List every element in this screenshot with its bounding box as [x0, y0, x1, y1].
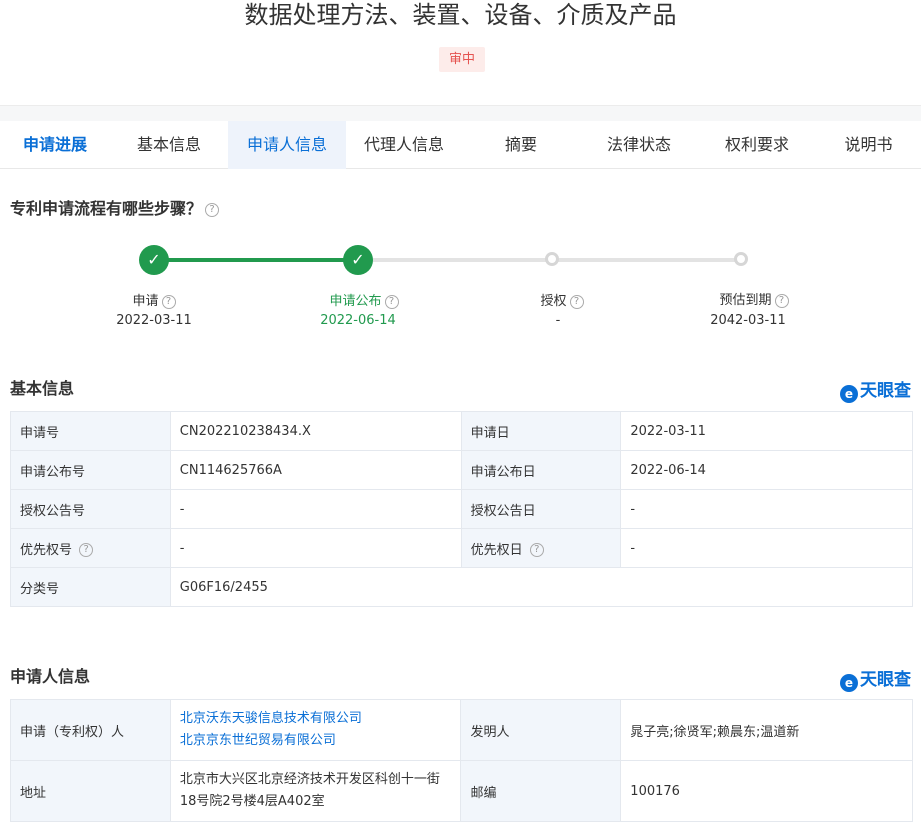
- classification-number: G06F16/2455: [169, 567, 914, 607]
- applicant-info-heading: 申请人信息: [10, 667, 91, 686]
- inventors: 晁子亮;徐贤军;赖晨东;温道新: [620, 699, 913, 761]
- timeline-line-done: [156, 258, 356, 262]
- tianyancha-logo[interactable]: e 天眼查: [840, 665, 911, 692]
- basic-info-heading: 基本信息: [10, 379, 75, 398]
- tab-bar: 申请进展 基本信息 申请人信息 代理人信息 摘要 法律状态 权利要求 说明书: [0, 121, 921, 169]
- table-row: 分类号 G06F16/2455: [10, 567, 914, 607]
- help-icon[interactable]: ?: [384, 294, 399, 309]
- field-label: 优先权日 ?: [460, 528, 622, 568]
- tab-claims[interactable]: 权利要求: [698, 121, 816, 169]
- table-row: 优先权号 ? - 优先权日 ? -: [10, 528, 913, 568]
- tab-abstract[interactable]: 摘要: [462, 121, 580, 169]
- status-badge: 审中: [439, 47, 485, 72]
- table-row: 申请公布号 CN114625766A 申请公布日 2022-06-14: [10, 450, 913, 490]
- progress-heading: 专利申请流程有哪些步骤？?: [10, 195, 220, 219]
- tab-legal-status[interactable]: 法律状态: [580, 121, 698, 169]
- check-icon: ✓: [343, 245, 373, 275]
- tianyancha-logo-icon: e: [840, 385, 858, 403]
- tab-applicant-info[interactable]: 申请人信息: [228, 121, 346, 169]
- tab-basic-info[interactable]: 基本信息: [110, 121, 228, 169]
- section-divider: [0, 105, 921, 121]
- tianyancha-logo[interactable]: e 天眼查: [840, 376, 911, 403]
- applicant-link[interactable]: 北京京东世纪贸易有限公司: [180, 730, 452, 752]
- step-date-publish: 2022-06-14: [320, 313, 396, 328]
- application-number: CN202210238434.X: [169, 411, 462, 451]
- tab-agent-info[interactable]: 代理人信息: [346, 121, 462, 169]
- applicant-list: 北京沃东天骏信息技术有限公司 北京京东世纪贸易有限公司: [169, 699, 462, 761]
- field-label: 申请公布日: [460, 450, 622, 490]
- postcode: 100176: [620, 760, 913, 822]
- grant-date: -: [620, 489, 913, 529]
- table-row: 授权公告号 - 授权公告日 -: [10, 489, 913, 529]
- publication-date: 2022-06-14: [620, 450, 913, 490]
- field-label: 分类号: [10, 567, 171, 607]
- patent-detail-page: 数据处理方法、装置、设备、介质及产品 审中 申请进展 基本信息 申请人信息 代理…: [0, 0, 921, 822]
- step-label-grant: 授权?: [482, 290, 642, 309]
- help-icon[interactable]: ?: [774, 293, 789, 308]
- tab-description[interactable]: 说明书: [816, 121, 921, 169]
- field-label: 授权公告日: [460, 489, 622, 529]
- help-icon[interactable]: ?: [79, 543, 94, 557]
- priority-number: -: [169, 528, 462, 568]
- basic-info-table: 申请号 CN202210238434.X 申请日 2022-03-11 申请公布…: [10, 411, 914, 607]
- tianyancha-logo-icon: e: [840, 674, 858, 692]
- table-row: 申请号 CN202210238434.X 申请日 2022-03-11: [10, 411, 913, 451]
- help-icon[interactable]: ?: [569, 294, 584, 309]
- help-icon[interactable]: ?: [529, 543, 544, 557]
- field-label: 授权公告号: [10, 489, 171, 529]
- field-label: 申请号: [10, 411, 171, 451]
- step-label-apply: 申请?: [74, 290, 234, 309]
- field-label: 申请（专利权）人: [10, 699, 171, 761]
- check-icon: ✓: [139, 245, 169, 275]
- tab-progress[interactable]: 申请进展: [0, 121, 110, 169]
- help-icon[interactable]: ?: [205, 202, 220, 217]
- field-label: 邮编: [460, 760, 622, 822]
- field-label: 申请日: [460, 411, 622, 451]
- publication-number: CN114625766A: [169, 450, 462, 490]
- field-label: 优先权号 ?: [10, 528, 171, 568]
- priority-date: -: [620, 528, 913, 568]
- field-label: 发明人: [460, 699, 622, 761]
- pending-step-dot: [545, 252, 559, 266]
- field-label: 地址: [10, 760, 171, 822]
- application-date: 2022-03-11: [620, 411, 913, 451]
- pending-step-dot: [734, 252, 748, 266]
- address: 北京市大兴区北京经济技术开发区科创十一街18号院2号楼4层A402室: [169, 760, 462, 822]
- page-title: 数据处理方法、装置、设备、介质及产品: [244, 1, 677, 29]
- step-date-apply: 2022-03-11: [116, 313, 192, 328]
- step-label-publish: 申请公布?: [284, 290, 444, 309]
- step-label-expiry: 预估到期?: [674, 289, 834, 308]
- field-label: 申请公布号: [10, 450, 171, 490]
- applicant-info-table: 申请（专利权）人 北京沃东天骏信息技术有限公司 北京京东世纪贸易有限公司 发明人…: [10, 699, 913, 822]
- step-date-expiry: 2042-03-11: [710, 313, 786, 328]
- grant-number: -: [169, 489, 462, 529]
- help-icon[interactable]: ?: [161, 294, 176, 309]
- table-row: 申请（专利权）人 北京沃东天骏信息技术有限公司 北京京东世纪贸易有限公司 发明人…: [10, 699, 913, 761]
- table-row: 地址 北京市大兴区北京经济技术开发区科创十一街18号院2号楼4层A402室 邮编…: [10, 760, 913, 822]
- step-date-grant: -: [555, 313, 561, 328]
- applicant-link[interactable]: 北京沃东天骏信息技术有限公司: [180, 708, 452, 730]
